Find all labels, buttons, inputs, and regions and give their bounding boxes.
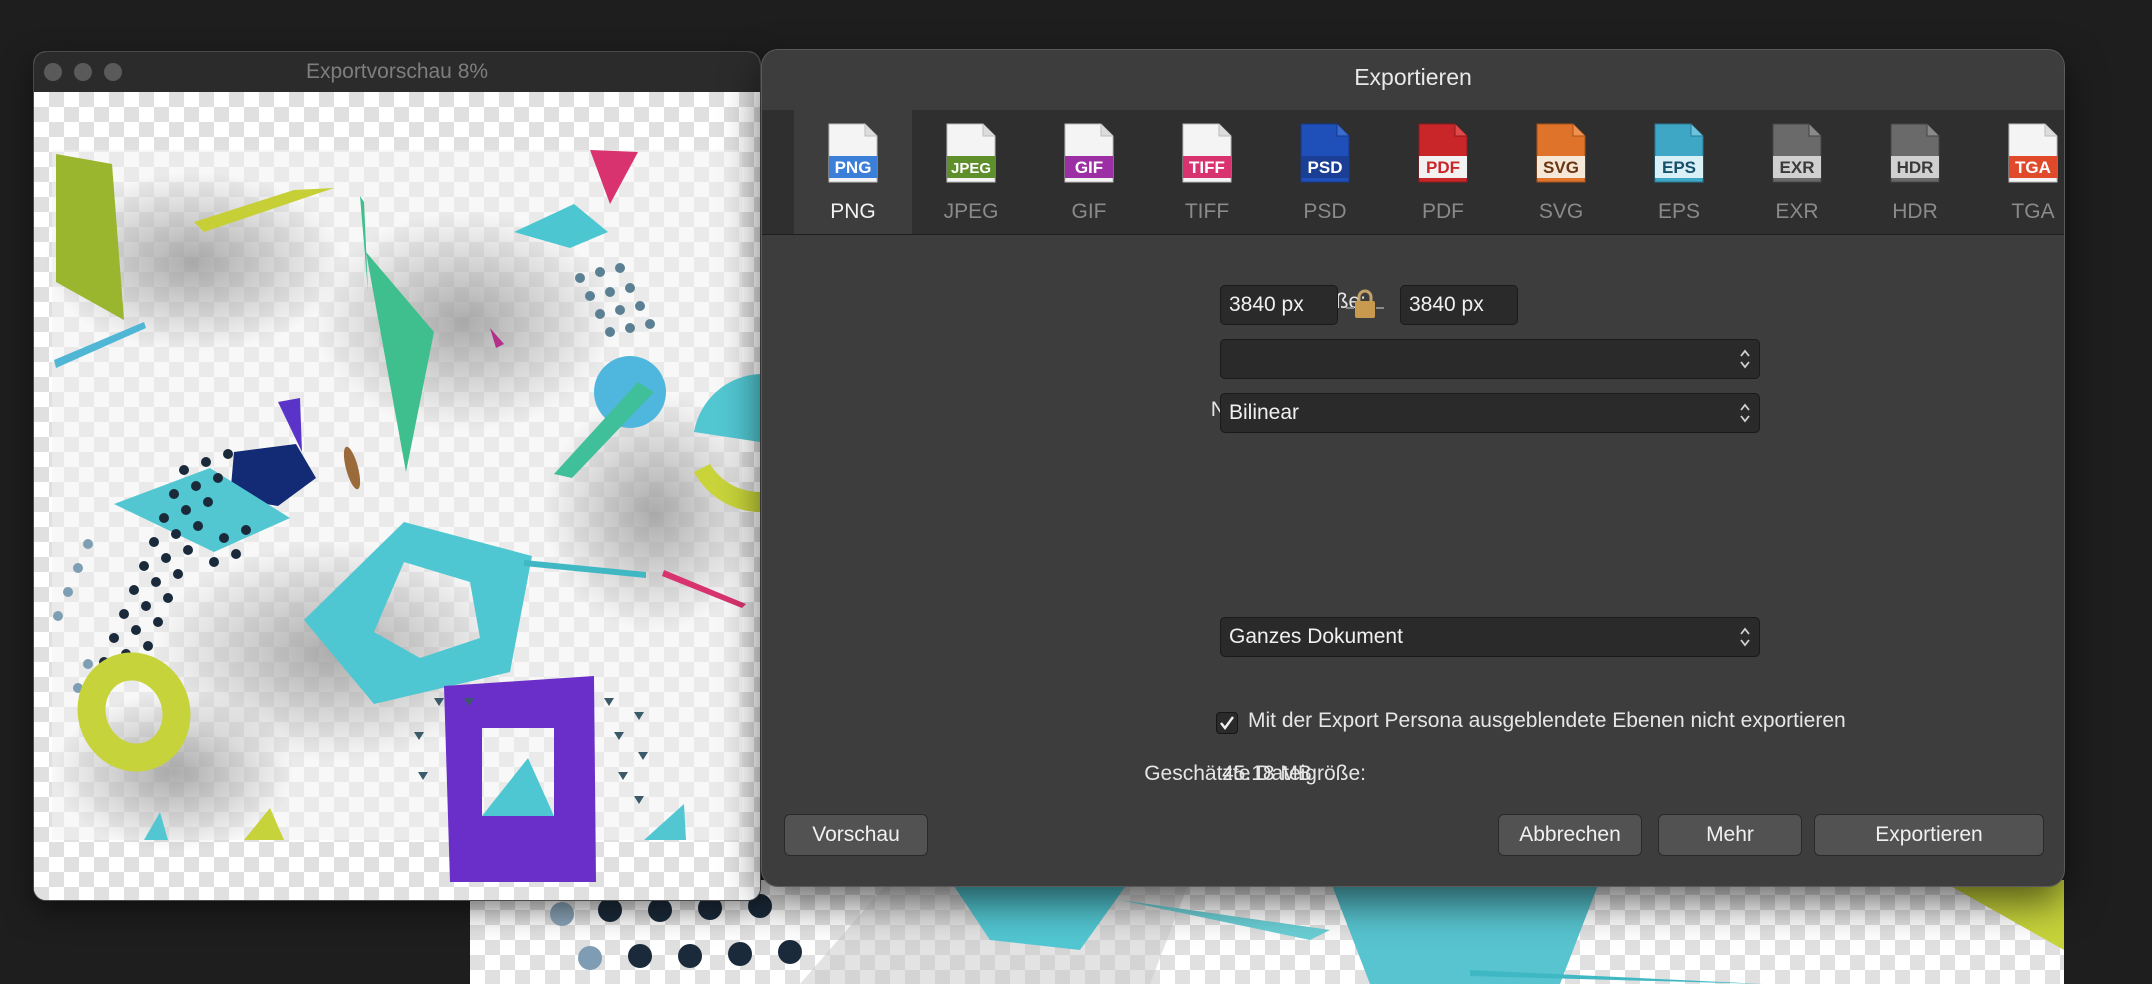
format-tab-exr[interactable]: EXR EXR xyxy=(1738,110,1856,234)
pdf-badge: PDF xyxy=(1426,158,1460,177)
svg-file-icon: SVG xyxy=(1536,123,1586,183)
format-label-svg: SVG xyxy=(1538,200,1584,223)
format-label-gif: GIF xyxy=(1071,200,1107,223)
svg-badge: SVG xyxy=(1543,158,1579,177)
format-tab-gif[interactable]: GIF GIF xyxy=(1030,110,1148,234)
preview-titlebar: Exportvorschau 8% xyxy=(34,52,760,93)
more-button[interactable]: Mehr xyxy=(1658,814,1802,856)
png-file-icon: PNG xyxy=(828,123,878,183)
checkmark-icon xyxy=(1220,716,1234,730)
format-tab-jpeg[interactable]: JPEG JPEG xyxy=(912,110,1030,234)
format-label-pdf: PDF xyxy=(1422,200,1464,223)
jpeg-file-icon: JPEG xyxy=(946,123,996,183)
format-label-eps: EPS xyxy=(1657,200,1701,223)
updown-arrows-icon xyxy=(1740,349,1750,369)
format-tab-bar: PNG PNG JPEG JPEG GIF GIF TIFF TIFF PSD … xyxy=(762,110,2064,235)
format-tab-png[interactable]: PNG PNG xyxy=(794,110,912,234)
eps-file-icon: EPS xyxy=(1654,123,1704,183)
export-button[interactable]: Exportieren xyxy=(1814,814,2044,856)
preview-button[interactable]: Vorschau xyxy=(784,814,928,856)
format-label-png: PNG xyxy=(830,200,876,223)
psd-file-icon: PSD xyxy=(1300,123,1350,183)
preview-artwork xyxy=(44,150,760,882)
tga-badge: TGA xyxy=(2015,158,2051,177)
exr-file-icon: EXR xyxy=(1772,123,1822,183)
area-value: Ganzes Dokument xyxy=(1229,625,1403,648)
updown-arrows-icon xyxy=(1740,403,1750,423)
format-label-tga: TGA xyxy=(2011,200,2055,223)
hidden-layers-checkbox[interactable] xyxy=(1216,712,1238,734)
pdf-file-icon: PDF xyxy=(1418,123,1468,183)
hidden-layers-label: Mit der Export Persona ausgeblendete Ebe… xyxy=(1248,709,1846,732)
format-label-psd: PSD xyxy=(1303,200,1347,223)
height-field[interactable]: 3840 px xyxy=(1400,285,1518,325)
eps-badge: EPS xyxy=(1662,158,1696,177)
format-tab-hdr[interactable]: HDR HDR xyxy=(1856,110,1974,234)
format-label-tiff: TIFF xyxy=(1184,200,1230,223)
format-label-exr: EXR xyxy=(1775,200,1819,223)
format-label-hdr: HDR xyxy=(1892,200,1938,223)
jpeg-badge: JPEG xyxy=(951,160,991,177)
filesize-value: 45.18 MB xyxy=(1222,762,1312,785)
area-select[interactable]: Ganzes Dokument xyxy=(1220,617,1760,657)
preset-select[interactable] xyxy=(1220,339,1760,379)
updown-arrows-icon xyxy=(1740,627,1750,647)
gif-file-icon: GIF xyxy=(1064,123,1114,183)
format-tab-eps[interactable]: EPS EPS xyxy=(1620,110,1738,234)
format-tab-psd[interactable]: PSD PSD xyxy=(1266,110,1384,234)
cancel-button[interactable]: Abbrechen xyxy=(1498,814,1642,856)
format-tab-pdf[interactable]: PDF PDF xyxy=(1384,110,1502,234)
gif-badge: GIF xyxy=(1075,158,1103,177)
hdr-file-icon: HDR xyxy=(1890,123,1940,183)
resample-select[interactable]: Bilinear xyxy=(1220,393,1760,433)
tiff-file-icon: TIFF xyxy=(1182,123,1232,183)
format-tab-svg[interactable]: SVG SVG xyxy=(1502,110,1620,234)
preview-canvas xyxy=(34,92,760,900)
hdr-badge: HDR xyxy=(1897,158,1934,177)
format-tab-tiff[interactable]: TIFF TIFF xyxy=(1148,110,1266,234)
tiff-badge: TIFF xyxy=(1189,158,1225,177)
png-badge: PNG xyxy=(835,158,872,177)
resample-value: Bilinear xyxy=(1229,401,1300,424)
dialog-title: Exportieren xyxy=(1354,64,1472,90)
export-dialog: Exportieren PNG PNG JPEG JPEG GIF GIF TI… xyxy=(762,50,2064,886)
format-tab-tga[interactable]: TGA TGA xyxy=(1974,110,2064,234)
lock-aspect-icon[interactable] xyxy=(1346,288,1384,322)
format-label-jpeg: JPEG xyxy=(943,200,999,223)
export-preview-window: Exportvorschau 8% xyxy=(34,52,760,900)
psd-badge: PSD xyxy=(1308,158,1343,177)
width-field[interactable]: 3840 px xyxy=(1220,285,1338,325)
exr-badge: EXR xyxy=(1780,158,1815,177)
tga-file-icon: TGA xyxy=(2008,123,2058,183)
preview-window-title: Exportvorschau 8% xyxy=(305,60,489,83)
